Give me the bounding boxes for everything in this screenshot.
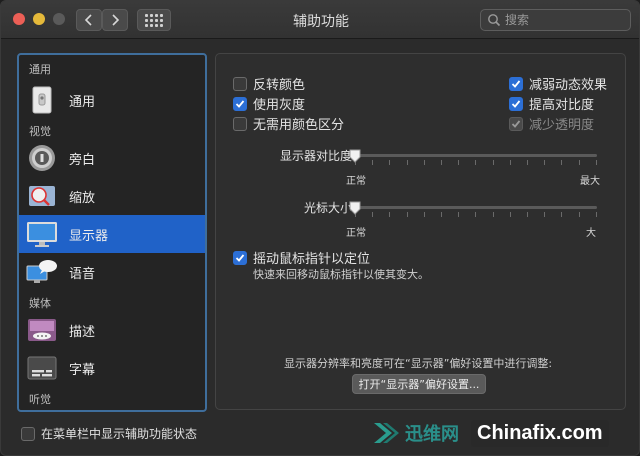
sidebar-item-label: 语音 [69,266,96,282]
reduce-motion-checkbox[interactable]: 减弱动态效果 [509,74,607,93]
preferences-window: 辅助功能 通用 通用 视觉 旁白 缩放 [0,0,640,456]
sidebar-item-voiceover[interactable]: 旁白 [19,139,205,177]
sidebar-item-general[interactable]: 通用 [19,81,205,119]
display-settings-panel: 反转颜色 使用灰度 无需用颜色区分 减弱动态效果 提高对比度 减少透明度 显示器… [215,53,626,410]
cursor-min-label: 正常 [346,228,366,239]
sidebar-item-speech[interactable]: 语音 [19,253,205,291]
contrast-slider-label: 显示器对比度: [279,149,356,163]
open-display-preferences-button[interactable]: 打开“显示器”偏好设置... [352,374,486,394]
checkbox-label: 反转颜色 [253,78,306,93]
sidebar-item-captions[interactable]: 字幕 [19,349,205,387]
checkbox-box[interactable] [233,96,247,111]
shake-description: 快速来回移动鼠标指针以使其变大。 [253,268,429,281]
checkmark-icon [511,119,521,128]
descriptions-icon [25,315,59,345]
checkbox-label: 使用灰度 [253,98,306,113]
watermark-logo-icon [374,423,399,443]
checkbox-box[interactable] [21,426,35,441]
checkbox-box[interactable] [233,116,247,131]
contrast-min-label: 正常 [346,176,366,187]
zoom-icon [25,181,59,211]
search-field[interactable] [480,9,631,31]
slider-track[interactable] [355,154,597,157]
cursor-max-label: 大 [586,228,596,239]
title-bar: 辅助功能 [1,1,639,39]
invert-colors-checkbox[interactable]: 反转颜色 [233,74,305,93]
section-header-general: 通用 [29,63,51,76]
slider-thumb[interactable] [349,201,361,215]
contrast-max-label: 最大 [580,176,600,187]
checkbox-label: 在菜单栏中显示辅助功能状态 [41,427,198,441]
sidebar-item-label: 旁白 [69,152,96,168]
sidebar-item-label: 显示器 [69,228,109,244]
watermark: 迅维网 Chinafix.com [371,411,639,455]
checkbox-label: 减弱动态效果 [529,78,608,93]
slider-track[interactable] [355,206,597,209]
checkmark-icon [235,253,245,262]
checkbox-box [509,116,523,131]
checkmark-icon [511,99,521,108]
checkbox-box[interactable] [509,76,523,91]
shake-to-locate-checkbox[interactable]: 摇动鼠标指针以定位 [233,248,370,267]
differentiate-without-color-checkbox[interactable]: 无需用颜色区分 [233,114,344,133]
checkbox-label: 摇动鼠标指针以定位 [253,252,371,267]
reduce-transparency-checkbox: 减少透明度 [509,114,594,133]
increase-contrast-checkbox[interactable]: 提高对比度 [509,94,594,113]
sidebar-item-display[interactable]: 显示器 [19,215,205,253]
cursor-size-slider-label: 光标大小: [303,201,356,215]
sidebar-item-zoom[interactable]: 缩放 [19,177,205,215]
checkmark-icon [511,79,521,88]
search-input[interactable] [505,13,620,27]
search-icon [488,14,501,27]
show-in-menu-bar-checkbox[interactable]: 在菜单栏中显示辅助功能状态 [21,425,197,442]
watermark-cn: 迅维网 [405,424,459,445]
general-icon [25,85,59,115]
sidebar: 通用 通用 视觉 旁白 缩放 显示器 语音 媒体 描述 字幕 听觉 [17,53,207,412]
checkbox-label: 提高对比度 [529,98,595,113]
display-prefs-hint: 显示器分辨率和亮度可在“显示器”偏好设置中进行调整: [284,357,553,370]
sidebar-item-label: 字幕 [69,362,96,378]
section-header-media: 媒体 [29,297,51,310]
checkbox-label: 减少透明度 [529,118,595,133]
display-icon [25,219,59,249]
slider-thumb[interactable] [349,149,361,163]
speech-icon [25,257,59,287]
checkbox-box[interactable] [233,76,247,91]
checkbox-box[interactable] [509,96,523,111]
sidebar-item-label: 描述 [69,324,96,340]
sidebar-item-label: 缩放 [69,190,96,206]
checkbox-box[interactable] [233,250,247,265]
checkbox-label: 无需用颜色区分 [253,118,345,133]
captions-icon [25,353,59,383]
sidebar-item-descriptions[interactable]: 描述 [19,311,205,349]
checkmark-icon [235,99,245,108]
watermark-en: Chinafix.com [471,419,609,447]
voiceover-icon [25,143,59,173]
slider-ticks [355,212,597,217]
sidebar-item-label: 通用 [69,94,96,110]
slider-ticks [355,160,597,165]
section-header-vision: 视觉 [29,125,51,138]
use-grayscale-checkbox[interactable]: 使用灰度 [233,94,305,113]
section-header-hearing: 听觉 [29,393,51,406]
